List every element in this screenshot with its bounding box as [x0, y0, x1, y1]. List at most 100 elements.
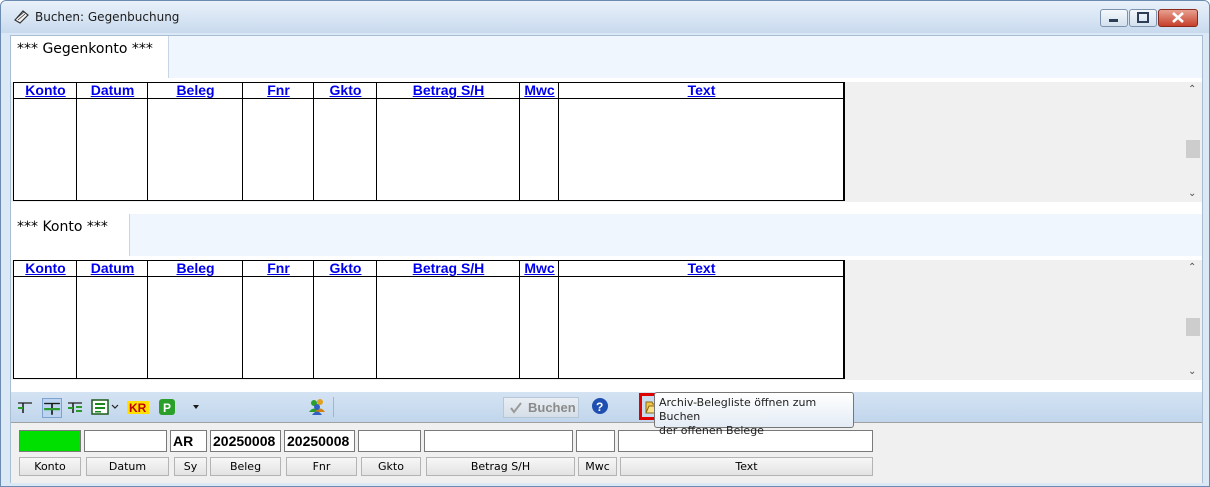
- header-text[interactable]: Text: [559, 83, 844, 98]
- col-beleg: [148, 261, 243, 378]
- header-datum[interactable]: Datum: [77, 261, 148, 276]
- col-gkto: [314, 83, 377, 200]
- window-title: Buchen: Gegenbuchung: [35, 10, 180, 24]
- col-betrag: [377, 83, 520, 200]
- col-text: [559, 261, 844, 378]
- main-content: *** Gegenkonto *** Konto Datum Beleg Fnr…: [10, 35, 1203, 483]
- close-icon: [1172, 12, 1184, 23]
- fnr-label-button[interactable]: Fnr: [286, 457, 357, 476]
- col-fnr: [243, 261, 314, 378]
- dropdown-arrow-icon[interactable]: [191, 399, 201, 415]
- col-mwc: [520, 261, 559, 378]
- scroll-up-icon[interactable]: ⌃: [1188, 84, 1196, 95]
- header-beleg[interactable]: Beleg: [148, 261, 243, 276]
- text-label-button[interactable]: Text: [620, 457, 873, 476]
- scroll-up-icon[interactable]: ⌃: [1188, 262, 1196, 273]
- app-window: Buchen: Gegenbuchung *** Gegenkonto ***: [0, 0, 1210, 487]
- split-left-icon[interactable]: [17, 399, 33, 415]
- gkto-input[interactable]: [358, 430, 421, 452]
- split-center-icon[interactable]: [42, 398, 62, 418]
- scroll-down-icon[interactable]: ⌄: [1188, 188, 1196, 199]
- gegenkonto-header: *** Gegenkonto ***: [11, 36, 1202, 78]
- fnr-input[interactable]: 20250008: [284, 430, 355, 452]
- beleg-label-button[interactable]: Beleg: [210, 457, 281, 476]
- datum-label-button[interactable]: Datum: [86, 457, 169, 476]
- app-icon: [14, 10, 29, 24]
- col-konto: [14, 83, 77, 200]
- maximize-icon: [1137, 12, 1149, 23]
- col-gkto: [314, 261, 377, 378]
- buchen-button[interactable]: Buchen: [503, 397, 579, 418]
- svg-text:?: ?: [596, 400, 603, 414]
- col-text: [559, 83, 844, 200]
- betrag-label-button[interactable]: Betrag S/H: [426, 457, 575, 476]
- svg-text:P: P: [163, 401, 171, 415]
- title-bar: Buchen: Gegenbuchung: [1, 1, 1209, 33]
- header-mwc[interactable]: Mwc: [520, 261, 559, 276]
- col-datum: [77, 83, 148, 200]
- konto-table[interactable]: Konto Datum Beleg Fnr Gkto Betrag S/H Mw…: [13, 260, 845, 379]
- gegenkonto-grid[interactable]: Konto Datum Beleg Fnr Gkto Betrag S/H Mw…: [11, 82, 1202, 202]
- col-datum: [77, 261, 148, 378]
- header-fnr[interactable]: Fnr: [243, 261, 314, 276]
- header-konto[interactable]: Konto: [14, 83, 77, 98]
- konto-label: *** Konto ***: [11, 214, 130, 256]
- header-beleg[interactable]: Beleg: [148, 83, 243, 98]
- konto-header: *** Konto ***: [11, 214, 1202, 256]
- konto-input[interactable]: [19, 430, 81, 452]
- tooltip-line-2: der offenen Belege: [659, 424, 764, 437]
- header-konto[interactable]: Konto: [14, 261, 77, 276]
- form-view-icon[interactable]: [91, 399, 109, 415]
- header-betrag[interactable]: Betrag S/H: [377, 83, 520, 98]
- gegenkonto-scrollbar[interactable]: ⌃ ⌄: [1184, 82, 1202, 202]
- col-konto: [14, 261, 77, 378]
- gegenkonto-table-header: Konto Datum Beleg Fnr Gkto Betrag S/H Mw…: [14, 83, 844, 99]
- svg-text:KR: KR: [129, 401, 147, 415]
- toolbar: KR P Buchen ?: [11, 392, 1202, 422]
- header-gkto[interactable]: Gkto: [314, 83, 377, 98]
- buchen-label: Buchen: [528, 400, 576, 415]
- header-mwc[interactable]: Mwc: [520, 83, 559, 98]
- sy-input[interactable]: AR: [170, 430, 207, 452]
- konto-scrollbar[interactable]: ⌃ ⌄: [1184, 260, 1202, 380]
- scroll-thumb[interactable]: [1186, 318, 1200, 336]
- mwc-label-button[interactable]: Mwc: [578, 457, 617, 476]
- chevron-down-icon[interactable]: [110, 399, 120, 415]
- beleg-input[interactable]: 20250008: [210, 430, 281, 452]
- kr-icon[interactable]: KR: [127, 399, 149, 415]
- users-icon[interactable]: [308, 397, 326, 415]
- sy-label-button[interactable]: Sy: [174, 457, 207, 476]
- header-datum[interactable]: Datum: [77, 83, 148, 98]
- booking-form: AR 20250008 20250008 Konto Datum Sy Bele…: [11, 422, 1202, 483]
- col-betrag: [377, 261, 520, 378]
- maximize-button[interactable]: [1129, 9, 1157, 27]
- minimize-icon: [1109, 19, 1118, 22]
- gkto-label-button[interactable]: Gkto: [361, 457, 421, 476]
- konto-grid[interactable]: Konto Datum Beleg Fnr Gkto Betrag S/H Mw…: [11, 260, 1202, 380]
- gegenkonto-table[interactable]: Konto Datum Beleg Fnr Gkto Betrag S/H Mw…: [13, 82, 845, 201]
- col-beleg: [148, 83, 243, 200]
- parking-icon[interactable]: P: [159, 399, 175, 415]
- scroll-down-icon[interactable]: ⌄: [1188, 366, 1196, 377]
- header-fnr[interactable]: Fnr: [243, 83, 314, 98]
- gegenkonto-label: *** Gegenkonto ***: [11, 36, 169, 78]
- mwc-input[interactable]: [576, 430, 615, 452]
- checkmark-icon: [510, 402, 522, 414]
- split-list-icon[interactable]: [67, 399, 83, 415]
- header-text[interactable]: Text: [559, 261, 844, 276]
- header-gkto[interactable]: Gkto: [314, 261, 377, 276]
- scroll-thumb[interactable]: [1186, 140, 1200, 158]
- tooltip-line-1: Archiv-Belegliste öffnen zum Buchen: [659, 396, 817, 423]
- konto-table-header: Konto Datum Beleg Fnr Gkto Betrag S/H Mw…: [14, 261, 844, 277]
- toolbar-separator: [333, 397, 334, 417]
- minimize-button[interactable]: [1100, 9, 1128, 27]
- archive-tooltip: Archiv-Belegliste öffnen zum Buchen der …: [654, 392, 854, 437]
- col-fnr: [243, 83, 314, 200]
- close-button[interactable]: [1158, 9, 1198, 27]
- header-betrag[interactable]: Betrag S/H: [377, 261, 520, 276]
- betrag-input[interactable]: [424, 430, 573, 452]
- konto-label-button[interactable]: Konto: [19, 457, 81, 476]
- col-mwc: [520, 83, 559, 200]
- help-icon[interactable]: ?: [591, 397, 609, 415]
- datum-input[interactable]: [84, 430, 167, 452]
